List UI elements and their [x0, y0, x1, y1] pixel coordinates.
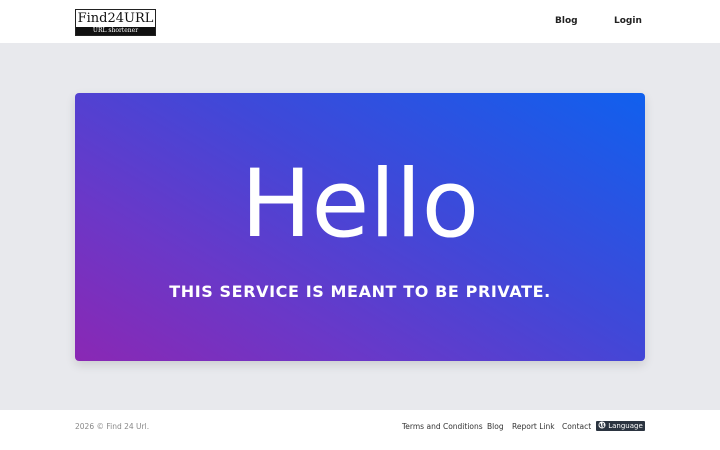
hero-subtitle: THIS SERVICE IS MEANT TO BE PRIVATE. [169, 282, 551, 301]
footer-report-link[interactable]: Report Link [512, 421, 555, 433]
site-header: Find24URL URL shortener Blog Login [0, 0, 720, 43]
footer-terms-link[interactable]: Terms and Conditions [402, 421, 483, 433]
logo-tagline: URL shortener [76, 27, 155, 35]
copyright-text: 2026 © Find 24 Url. [75, 422, 150, 431]
hero-title: Hello [240, 150, 480, 259]
globe-icon [598, 421, 606, 429]
footer-blog-link[interactable]: Blog [487, 421, 504, 433]
logo-name: Find24URL [77, 11, 154, 26]
nav-blog-link[interactable]: Blog [555, 15, 578, 27]
language-label: Language [608, 422, 643, 430]
hero-banner: Hello THIS SERVICE IS MEANT TO BE PRIVAT… [75, 93, 645, 361]
language-button[interactable]: Language [596, 421, 645, 431]
footer-contact-link[interactable]: Contact [562, 421, 591, 433]
nav-login-link[interactable]: Login [614, 15, 642, 27]
site-logo[interactable]: Find24URL URL shortener [75, 9, 156, 36]
